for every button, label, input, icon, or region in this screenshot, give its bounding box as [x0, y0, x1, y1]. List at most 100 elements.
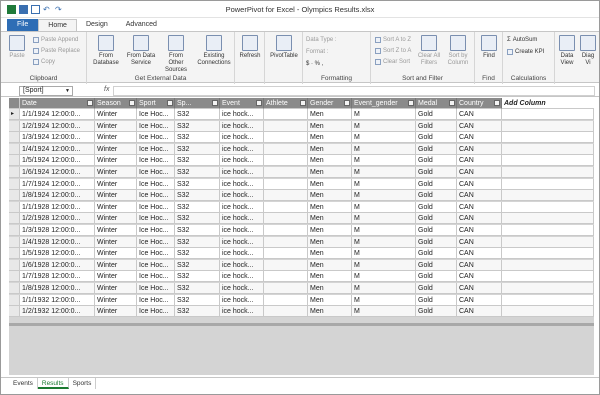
table-cell-country[interactable]: CAN — [457, 178, 502, 190]
table-cell-gender[interactable]: Men — [308, 306, 352, 318]
table-cell-date[interactable]: 1/2/1928 12:00:0... — [20, 213, 95, 225]
table-cell-season[interactable]: Winter — [95, 178, 137, 190]
table-cell-athlete[interactable] — [264, 236, 308, 248]
clear-all-filters-button[interactable]: Clear All Filters — [417, 35, 441, 67]
table-cell-season[interactable]: Winter — [95, 271, 137, 283]
table-row[interactable]: 1/4/1924 12:00:0... Winter Ice Hoc... S32 ic… — [9, 143, 594, 155]
row-selector[interactable] — [9, 190, 20, 202]
table-cell-event[interactable]: ice hock... — [220, 143, 264, 155]
create-kpi-button[interactable]: Create KPI — [507, 49, 544, 55]
table-cell-athlete[interactable] — [264, 271, 308, 283]
row-selector[interactable] — [9, 120, 20, 132]
row-selector[interactable] — [9, 225, 20, 236]
clear-sort-button[interactable]: Clear Sort — [375, 59, 410, 65]
table-cell-medal[interactable]: Gold — [416, 143, 457, 155]
table-cell-date[interactable]: 1/8/1928 12:00:0... — [20, 283, 95, 294]
table-cell-gender[interactable]: Men — [308, 155, 352, 167]
column-header-country[interactable]: Country — [457, 98, 502, 109]
table-cell-sport[interactable]: Ice Hoc... — [137, 143, 175, 155]
table-cell-gender[interactable]: Men — [308, 201, 352, 213]
table-cell-season[interactable]: Winter — [95, 120, 137, 132]
paste-replace-button[interactable]: Paste Replace — [33, 48, 80, 54]
table-cell-country[interactable]: CAN — [457, 283, 502, 294]
table-cell-sp[interactable]: S32 — [175, 190, 220, 202]
table-cell-event_gender[interactable]: M — [352, 201, 416, 213]
row-selector[interactable] — [9, 306, 20, 318]
table-cell-gender[interactable]: Men — [308, 132, 352, 144]
table-row[interactable]: 1/8/1928 12:00:0... Winter Ice Hoc... S32 ic… — [9, 283, 594, 294]
table-cell-athlete[interactable] — [264, 190, 308, 202]
filter-dropdown-icon[interactable] — [167, 100, 173, 106]
paste-append-button[interactable]: Paste Append — [33, 37, 78, 43]
table-cell-event_gender[interactable]: M — [352, 225, 416, 236]
table-cell-date[interactable]: 1/4/1928 12:00:0... — [20, 236, 95, 248]
table-cell-season[interactable]: Winter — [95, 109, 137, 120]
table-cell-event[interactable]: ice hock... — [220, 259, 264, 271]
add-column-cell[interactable] — [502, 155, 594, 167]
table-cell-sp[interactable]: S32 — [175, 213, 220, 225]
row-selector[interactable]: ▸ — [9, 109, 20, 120]
tab-file[interactable]: File — [7, 19, 39, 31]
table-cell-medal[interactable]: Gold — [416, 155, 457, 167]
table-cell-date[interactable]: 1/4/1924 12:00:0... — [20, 143, 95, 155]
table-cell-event[interactable]: ice hock... — [220, 190, 264, 202]
table-cell-athlete[interactable] — [264, 109, 308, 120]
table-cell-season[interactable]: Winter — [95, 190, 137, 202]
column-header-medal[interactable]: Medal — [416, 98, 457, 109]
add-column-cell[interactable] — [502, 294, 594, 306]
table-cell-sport[interactable]: Ice Hoc... — [137, 167, 175, 178]
table-cell-event[interactable]: ice hock... — [220, 236, 264, 248]
table-cell-country[interactable]: CAN — [457, 155, 502, 167]
table-cell-season[interactable]: Winter — [95, 225, 137, 236]
table-cell-event_gender[interactable]: M — [352, 294, 416, 306]
table-cell-date[interactable]: 1/7/1928 12:00:0... — [20, 271, 95, 283]
table-cell-athlete[interactable] — [264, 306, 308, 318]
column-header-gender[interactable]: Gender — [308, 98, 352, 109]
add-column-cell[interactable] — [502, 236, 594, 248]
table-cell-season[interactable]: Winter — [95, 248, 137, 260]
table-cell-country[interactable]: CAN — [457, 271, 502, 283]
table-cell-country[interactable]: CAN — [457, 225, 502, 236]
table-cell-gender[interactable]: Men — [308, 248, 352, 260]
table-cell-athlete[interactable] — [264, 143, 308, 155]
table-cell-event_gender[interactable]: M — [352, 178, 416, 190]
column-header-athlete[interactable]: Athlete — [264, 98, 308, 109]
table-cell-sport[interactable]: Ice Hoc... — [137, 155, 175, 167]
table-row[interactable]: 1/7/1924 12:00:0... Winter Ice Hoc... S32 ic… — [9, 178, 594, 190]
table-cell-sport[interactable]: Ice Hoc... — [137, 190, 175, 202]
table-cell-medal[interactable]: Gold — [416, 109, 457, 120]
table-cell-event_gender[interactable]: M — [352, 143, 416, 155]
add-column-cell[interactable] — [502, 109, 594, 120]
filter-dropdown-icon[interactable] — [256, 100, 262, 106]
table-cell-athlete[interactable] — [264, 201, 308, 213]
table-cell-date[interactable]: 1/2/1932 12:00:0... — [20, 306, 95, 318]
table-cell-event[interactable]: ice hock... — [220, 201, 264, 213]
add-column-cell[interactable] — [502, 201, 594, 213]
table-cell-sport[interactable]: Ice Hoc... — [137, 306, 175, 318]
table-cell-gender[interactable]: Men — [308, 294, 352, 306]
table-cell-event_gender[interactable]: M — [352, 259, 416, 271]
table-cell-athlete[interactable] — [264, 225, 308, 236]
table-cell-date[interactable]: 1/6/1928 12:00:0... — [20, 259, 95, 271]
format-dropdown[interactable]: Format : — [306, 49, 328, 55]
table-cell-gender[interactable]: Men — [308, 225, 352, 236]
table-cell-sp[interactable]: S32 — [175, 178, 220, 190]
table-row[interactable]: 1/5/1928 12:00:0... Winter Ice Hoc... S32 ic… — [9, 248, 594, 260]
table-row[interactable]: 1/4/1928 12:00:0... Winter Ice Hoc... S32 ic… — [9, 236, 594, 248]
table-cell-medal[interactable]: Gold — [416, 178, 457, 190]
tab-home[interactable]: Home — [38, 19, 77, 31]
table-row[interactable]: 1/6/1924 12:00:0... Winter Ice Hoc... S32 ic… — [9, 167, 594, 178]
table-cell-sport[interactable]: Ice Hoc... — [137, 132, 175, 144]
table-cell-event_gender[interactable]: M — [352, 190, 416, 202]
find-button[interactable]: Find — [478, 35, 500, 60]
select-all-corner[interactable] — [9, 98, 20, 109]
table-cell-event[interactable]: ice hock... — [220, 178, 264, 190]
autosum-button[interactable]: Σ AutoSum — [507, 37, 537, 43]
add-column-cell[interactable] — [502, 259, 594, 271]
table-cell-country[interactable]: CAN — [457, 120, 502, 132]
column-header-event[interactable]: Event — [220, 98, 264, 109]
row-selector[interactable] — [9, 178, 20, 190]
table-cell-sport[interactable]: Ice Hoc... — [137, 201, 175, 213]
add-column-cell[interactable] — [502, 306, 594, 318]
column-header-event-gender[interactable]: Event_gender — [352, 98, 416, 109]
